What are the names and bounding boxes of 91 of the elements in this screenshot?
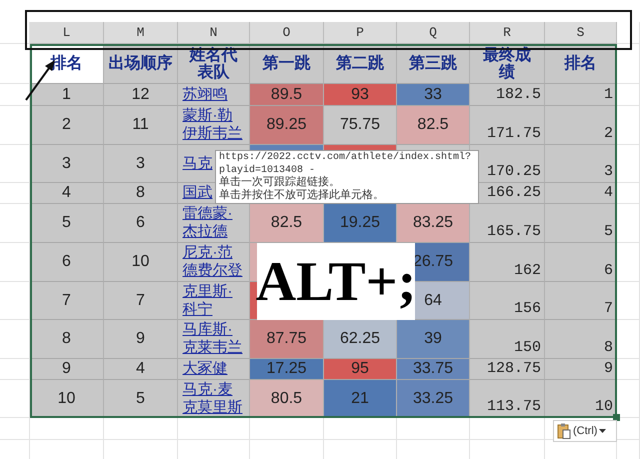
tooltip-text: https://2022.cctv.com/athlete/index.shtml? (219, 152, 472, 164)
score-cell: 89.5 (250, 84, 324, 106)
table-cell: 10 (545, 380, 617, 418)
empty-cell[interactable] (617, 204, 640, 243)
tooltip-text: 单击一次可跟踪超链接。 (219, 177, 341, 189)
score-cell: 17.25 (250, 359, 324, 380)
empty-cell[interactable] (617, 282, 640, 320)
table-cell: 1 (30, 84, 104, 106)
table-cell: 2 (30, 106, 104, 145)
score-cell: 93 (324, 84, 397, 106)
table-cell: 4 (30, 183, 104, 204)
table-cell: 10 (104, 243, 178, 282)
clipboard-icon (557, 423, 571, 439)
score-cell: 80.5 (250, 380, 324, 418)
table-cell: 165.75 (470, 204, 545, 243)
score-cell: 95 (324, 359, 397, 380)
table-cell: 150 (470, 320, 545, 359)
score-cell: 82.5 (397, 106, 470, 145)
table-cell: 2 (545, 106, 617, 145)
table-cell: 182.5 (470, 84, 545, 106)
column-title: 第三跳 (397, 44, 470, 84)
column-header[interactable]: Q (397, 22, 470, 44)
table-cell: 9 (104, 320, 178, 359)
table-cell: 7 (30, 282, 104, 320)
table-cell: 162 (470, 243, 545, 282)
caret-icon (599, 428, 606, 434)
table-cell: 171.75 (470, 106, 545, 145)
table-cell: 12 (104, 84, 178, 106)
table-cell: 3 (104, 145, 178, 183)
table-cell: 3 (30, 145, 104, 183)
score-cell: 33.75 (397, 359, 470, 380)
table-cell: 7 (104, 282, 178, 320)
table-cell: 156 (470, 282, 545, 320)
column-header[interactable]: R (470, 22, 545, 44)
score-cell: 62.25 (324, 320, 397, 359)
score-cell: 82.5 (250, 204, 324, 243)
table-cell: 128.75 (470, 359, 545, 380)
shortcut-caption: ALT+; (257, 243, 415, 320)
table-cell: 11 (104, 106, 178, 145)
empty-cell[interactable] (617, 320, 640, 359)
table-cell: 8 (104, 183, 178, 204)
empty-cell[interactable] (617, 44, 640, 84)
score-cell: 75.75 (324, 106, 397, 145)
table-cell: 3 (545, 145, 617, 183)
column-header[interactable]: M (104, 22, 178, 44)
table-cell: 9 (30, 359, 104, 380)
empty-cell[interactable] (470, 418, 545, 440)
table-cell: 8 (30, 320, 104, 359)
score-cell: 19.25 (324, 204, 397, 243)
score-cell: 83.25 (397, 204, 470, 243)
table-cell: 9 (545, 359, 617, 380)
table-cell: 5 (30, 204, 104, 243)
score-cell: 21 (324, 380, 397, 418)
empty-cell[interactable] (617, 106, 640, 145)
empty-cell[interactable] (617, 243, 640, 282)
empty-cell[interactable] (178, 418, 250, 440)
table-cell: 4 (104, 359, 178, 380)
score-cell: 87.75 (250, 320, 324, 359)
column-title: 第一跳 (250, 44, 324, 84)
column-header[interactable]: P (324, 22, 397, 44)
table-cell: 5 (545, 204, 617, 243)
empty-cell[interactable] (397, 418, 470, 440)
column-header[interactable]: N (178, 22, 250, 44)
table-cell: 113.75 (470, 380, 545, 418)
table-cell: 6 (30, 243, 104, 282)
table-cell: 7 (545, 282, 617, 320)
empty-cell[interactable] (104, 418, 178, 440)
score-cell: 89.25 (250, 106, 324, 145)
score-cell: 39 (397, 320, 470, 359)
table-cell: 5 (104, 380, 178, 418)
column-header[interactable]: O (250, 22, 324, 44)
column-title: 出场顺序 (104, 44, 178, 84)
table-cell: 6 (104, 204, 178, 243)
column-header[interactable]: S (545, 22, 617, 44)
empty-cell[interactable] (617, 145, 640, 183)
tooltip-text: playid=1013408 - (219, 164, 316, 176)
fill-handle[interactable] (613, 414, 620, 421)
tooltip-text: 单击并按住不放可选择此单元格。 (219, 190, 385, 202)
table-cell: 10 (30, 380, 104, 418)
empty-cell[interactable] (250, 418, 324, 440)
empty-cell[interactable] (324, 418, 397, 440)
column-header[interactable]: L (30, 22, 104, 44)
table-cell: 1 (545, 84, 617, 106)
paste-options-menu[interactable]: (Ctrl) (553, 420, 617, 442)
score-cell: 33 (397, 84, 470, 106)
column-title: 第二跳 (324, 44, 397, 84)
score-cell: 33.25 (397, 380, 470, 418)
table-cell: 6 (545, 243, 617, 282)
table-cell: 4 (545, 183, 617, 204)
table-cell: 8 (545, 320, 617, 359)
empty-cell[interactable] (30, 418, 104, 440)
